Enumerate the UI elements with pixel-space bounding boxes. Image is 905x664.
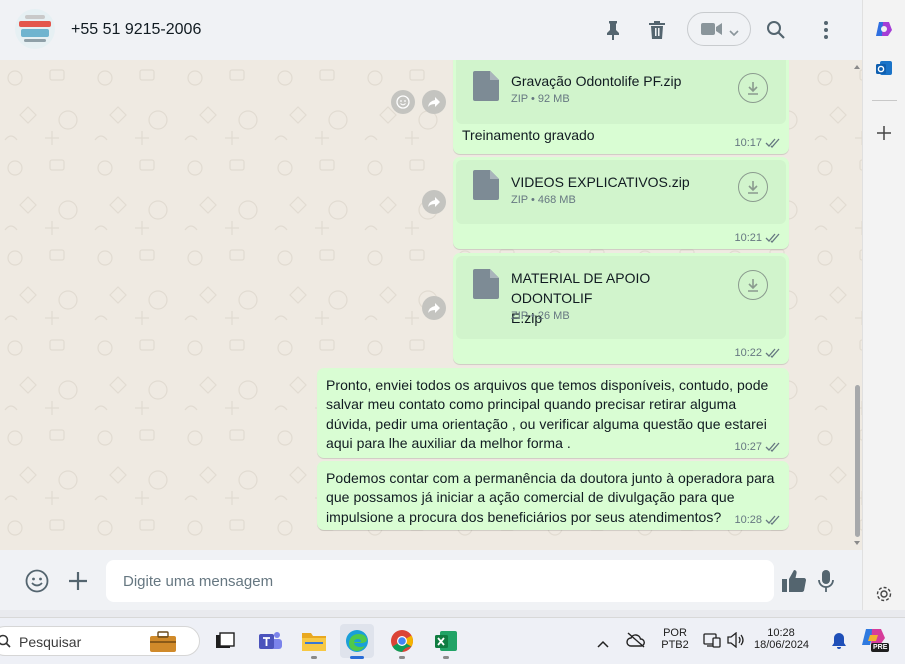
scroll-thumb[interactable]: [855, 385, 860, 537]
running-indicator: [443, 656, 449, 659]
search-icon: [0, 634, 11, 653]
volume-icon[interactable]: [727, 631, 745, 653]
edge-icon[interactable]: [340, 624, 374, 659]
file-meta: ZIP • 468 MB: [511, 194, 576, 206]
teams-icon[interactable]: [253, 624, 287, 658]
contact-name[interactable]: +55 51 9215-2006: [71, 21, 201, 39]
message-bubble[interactable]: Pronto, enviei todos os arquivos que tem…: [317, 368, 789, 458]
plus-icon[interactable]: [67, 570, 89, 597]
double-check-icon: [765, 233, 780, 243]
message-time: 10:27: [734, 441, 781, 453]
file-attachment[interactable]: MATERIAL DE APOIO ODONTOLIF E.zip ZIP • 2…: [456, 256, 786, 339]
message-time: 10:28: [734, 514, 781, 526]
composer: [0, 550, 862, 610]
search-label: Pesquisar: [19, 634, 82, 650]
scroll-down-icon[interactable]: [852, 538, 862, 548]
video-call-icon: [701, 22, 723, 41]
avatar[interactable]: [15, 9, 55, 49]
scroll-up-icon[interactable]: [852, 62, 862, 72]
message-input[interactable]: [106, 560, 774, 602]
running-indicator: [399, 656, 405, 659]
trash-icon[interactable]: [645, 18, 669, 42]
chat-scrollbar[interactable]: [852, 60, 862, 550]
message-caption: Treinamento gravado: [462, 127, 595, 143]
document-icon: [473, 170, 499, 200]
document-icon: [473, 269, 499, 299]
message-time: 10:22: [734, 347, 781, 359]
download-icon[interactable]: [738, 172, 768, 202]
running-indicator: [311, 656, 317, 659]
emoji-icon[interactable]: [25, 569, 49, 598]
message-bubble[interactable]: Podemos contar com a permanência da dout…: [317, 461, 789, 530]
chevron-up-icon[interactable]: [597, 635, 609, 653]
download-icon[interactable]: [738, 270, 768, 300]
browser-sidebar: [862, 0, 905, 610]
message-time: 10:21: [734, 232, 781, 244]
download-icon[interactable]: [738, 73, 768, 103]
message-text: Podemos contar com a permanência da dout…: [326, 470, 775, 525]
message-bubble[interactable]: Gravação Odontolife PF.zip ZIP • 92 MB T…: [453, 60, 789, 154]
clock[interactable]: 10:28 18/06/2024: [754, 627, 809, 651]
whatsapp-app: +55 51 9215-2006 Gravação Odontolife PF.…: [0, 0, 862, 610]
pin-icon[interactable]: [601, 18, 625, 42]
taskbar-search[interactable]: Pesquisar: [0, 626, 200, 656]
menu-icon[interactable]: [814, 18, 838, 42]
mic-icon[interactable]: [817, 569, 835, 598]
preview-badge: PRE: [871, 643, 890, 652]
settings-icon[interactable]: [875, 585, 893, 608]
reaction-icon[interactable]: [391, 90, 415, 114]
briefcase-icon: [149, 631, 177, 658]
file-explorer-icon[interactable]: [297, 624, 331, 659]
message-bubble[interactable]: MATERIAL DE APOIO ODONTOLIF E.zip ZIP • 2…: [453, 253, 789, 364]
double-check-icon: [765, 442, 780, 452]
file-name: VIDEOS EXPLICATIVOS.zip: [511, 174, 690, 190]
chrome-icon[interactable]: [385, 624, 419, 659]
copilot-icon[interactable]: [875, 20, 893, 43]
message-time: 10:17: [734, 137, 781, 149]
active-indicator: [350, 656, 364, 659]
excel-icon[interactable]: [429, 624, 463, 659]
double-check-icon: [765, 348, 780, 358]
window-edge: [0, 610, 905, 617]
file-meta: ZIP • 26 MB: [511, 310, 570, 322]
video-call-button[interactable]: [687, 12, 751, 46]
message-text: Pronto, enviei todos os arquivos que tem…: [326, 377, 769, 451]
cloud-offline-icon[interactable]: [626, 632, 646, 653]
network-icon[interactable]: [703, 632, 721, 653]
notification-bell-icon[interactable]: [831, 632, 847, 655]
outlook-icon[interactable]: [875, 59, 893, 82]
message-list[interactable]: Gravação Odontolife PF.zip ZIP • 92 MB T…: [0, 60, 862, 550]
chat-header: +55 51 9215-2006: [0, 0, 862, 61]
forward-icon[interactable]: [422, 296, 446, 320]
message-bubble[interactable]: VIDEOS EXPLICATIVOS.zip ZIP • 468 MB 10:…: [453, 157, 789, 249]
forward-icon[interactable]: [422, 190, 446, 214]
document-icon: [473, 71, 499, 101]
sidebar-divider: [872, 100, 897, 101]
search-icon[interactable]: [764, 18, 788, 42]
copilot-taskbar-icon[interactable]: PRE: [861, 627, 890, 655]
double-check-icon: [765, 515, 780, 525]
file-name: Gravação Odontolife PF.zip: [511, 73, 682, 89]
language-indicator[interactable]: POR PTB2: [660, 627, 690, 651]
file-meta: ZIP • 92 MB: [511, 93, 570, 105]
taskbar: Pesquisar POR PTB2 10:28 18/06/2024 PRE: [0, 617, 905, 664]
chevron-down-icon: [729, 24, 739, 42]
double-check-icon: [765, 138, 780, 148]
file-attachment[interactable]: VIDEOS EXPLICATIVOS.zip ZIP • 468 MB: [456, 160, 786, 224]
add-icon[interactable]: [876, 125, 892, 146]
task-view-icon[interactable]: [208, 624, 242, 658]
forward-icon[interactable]: [422, 90, 446, 114]
thumbs-up-icon[interactable]: [781, 569, 807, 598]
file-attachment[interactable]: Gravação Odontolife PF.zip ZIP • 92 MB: [456, 60, 786, 124]
